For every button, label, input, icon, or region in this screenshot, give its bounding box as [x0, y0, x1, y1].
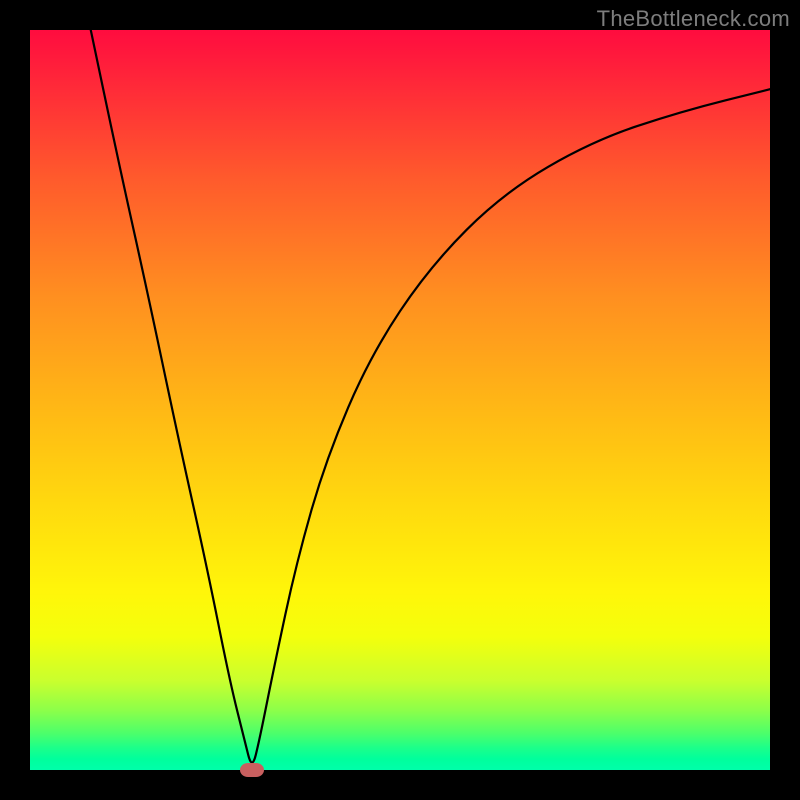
chart-frame: TheBottleneck.com: [0, 0, 800, 800]
bottleneck-curve: [30, 0, 770, 763]
minimum-marker: [240, 763, 264, 777]
curve-svg: [30, 30, 770, 770]
watermark-text: TheBottleneck.com: [597, 6, 790, 32]
plot-area: [30, 30, 770, 770]
